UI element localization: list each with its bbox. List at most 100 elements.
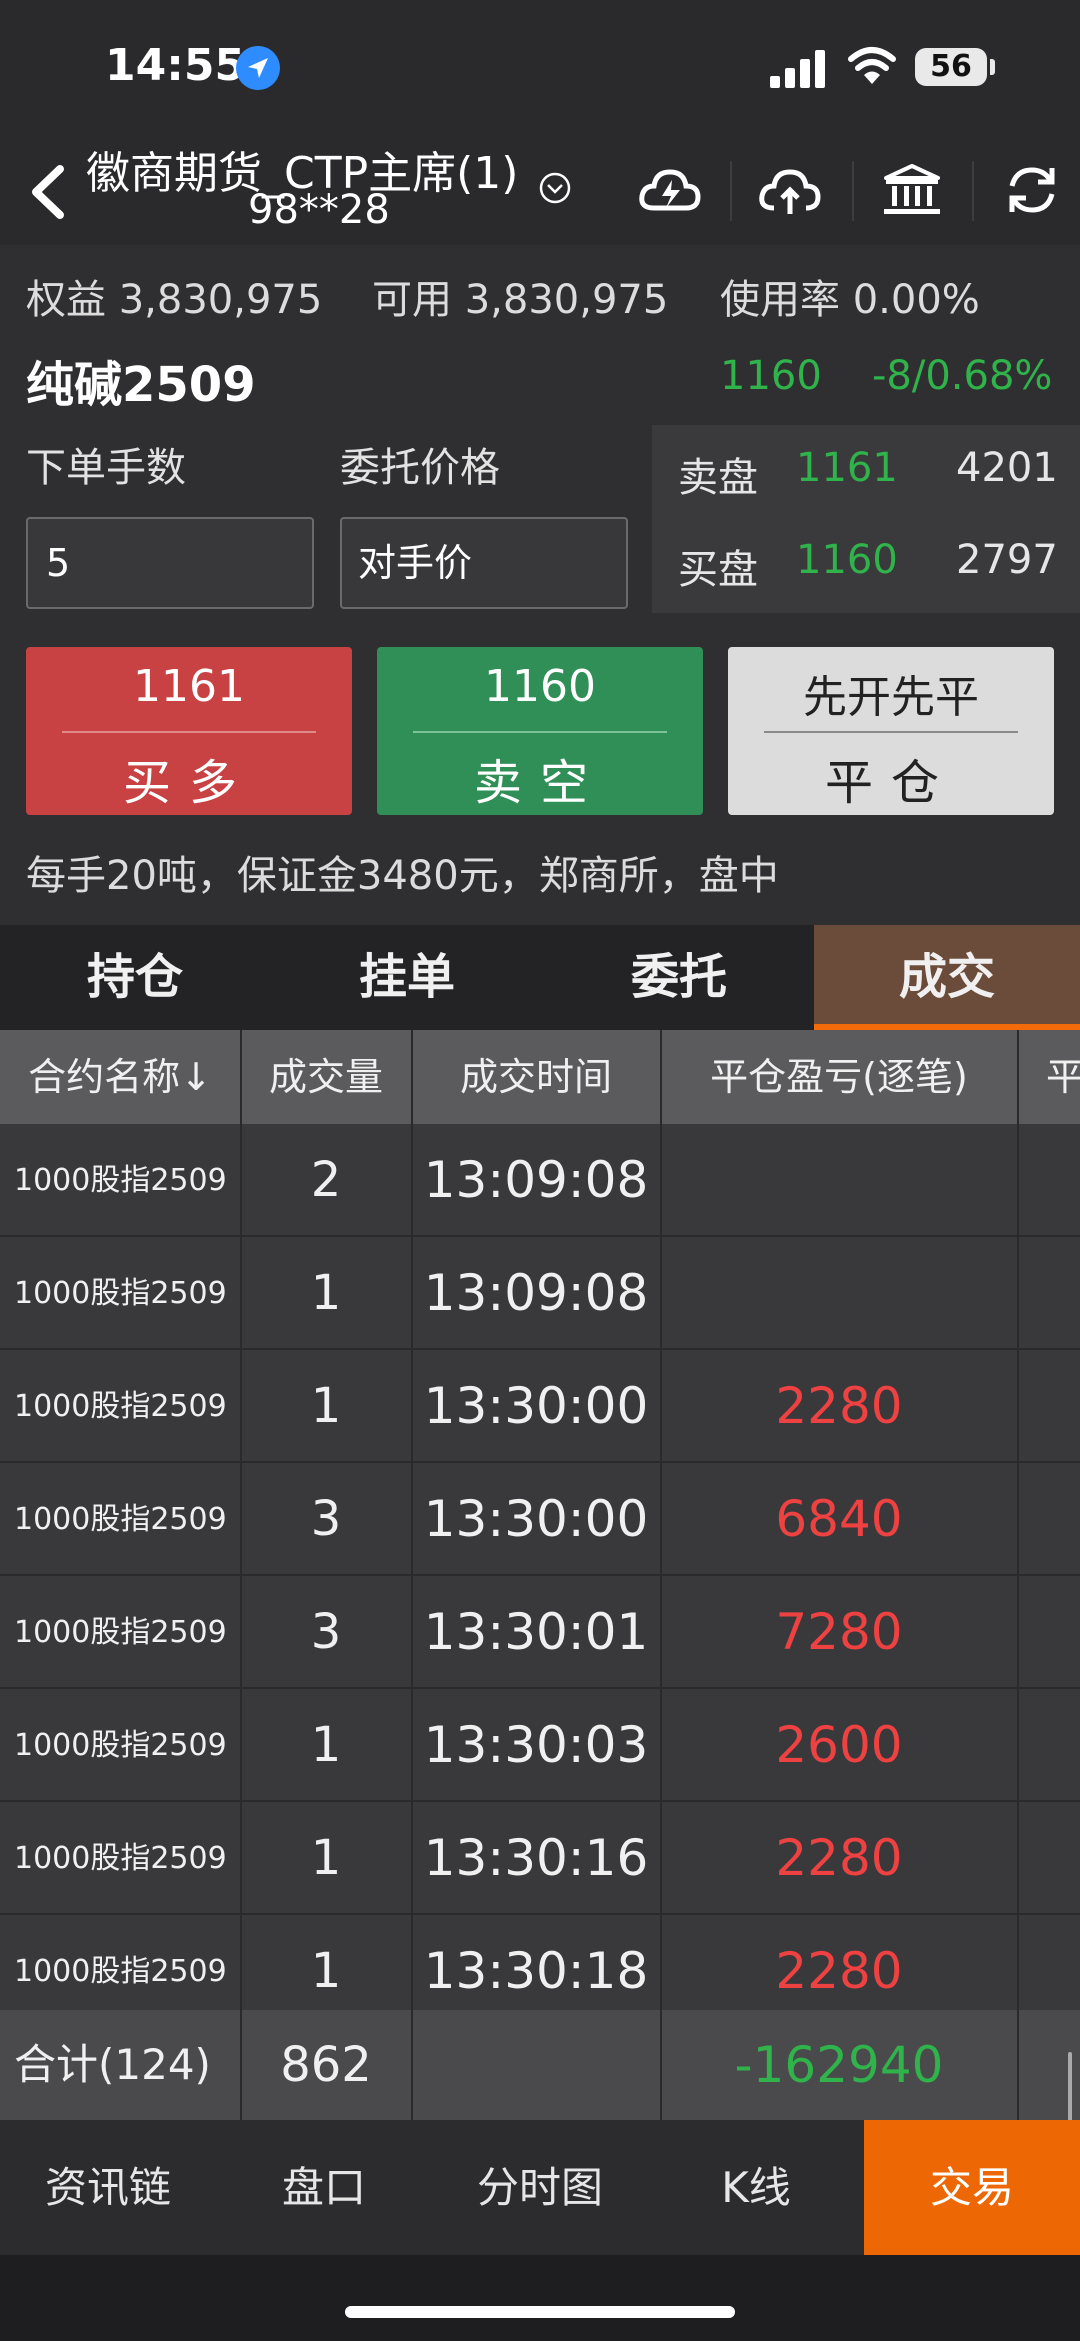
table-row[interactable]: 1000股指2509 1 13:30:16 2280 [0, 1802, 1080, 1915]
qty-input[interactable]: 5 [26, 517, 314, 609]
back-icon[interactable] [18, 157, 78, 227]
ask-price: 1161 [796, 445, 898, 491]
available: 可用 3,830,975 [372, 267, 668, 325]
available-value: 3,830,975 [464, 277, 669, 323]
cell-time: 13:30:16 [423, 1829, 649, 1887]
cell-contract: 1000股指2509 [14, 1615, 227, 1650]
price-type-select[interactable]: 对手价 [340, 517, 628, 609]
nav-kline[interactable]: K线 [648, 2120, 864, 2255]
trade-table: 1000股指2509 2 13:09:08 1000股指2509 1 13:09… [0, 1124, 1080, 2124]
col-time[interactable]: 成交时间 [412, 1030, 660, 1124]
cell-pnl: 7280 [775, 1603, 903, 1661]
cell-contract: 1000股指2509 [14, 1841, 227, 1876]
sell-short-button[interactable]: 1160 卖空 [377, 647, 703, 815]
usage-value: 0.00% [852, 277, 980, 323]
contract-name[interactable]: 纯碱2509 [26, 345, 256, 415]
chevron-down-icon[interactable] [538, 171, 572, 205]
bid-label: 买盘 [678, 547, 758, 593]
cloud-upload-icon [759, 169, 821, 214]
contract-info: 每手20吨，保证金3480元，郑商所，盘中 [26, 853, 779, 899]
bid-price: 1160 [796, 537, 898, 583]
nav-order-book[interactable]: 盘口 [216, 2120, 432, 2255]
cloud-sync-button[interactable] [624, 151, 716, 229]
bank-button[interactable] [866, 151, 958, 229]
available-label: 可用 [372, 277, 452, 323]
table-row[interactable]: 1000股指2509 1 13:30:00 2280 [0, 1350, 1080, 1463]
table-row[interactable]: 1000股指2509 3 13:30:01 7280 [0, 1576, 1080, 1689]
nav-time-share[interactable]: 分时图 [432, 2120, 648, 2255]
sell-price: 1160 [484, 661, 596, 712]
last-price: 1160 [720, 353, 822, 399]
refresh-button[interactable] [986, 151, 1078, 229]
cell-time: 13:30:01 [423, 1603, 649, 1661]
table-row[interactable]: 1000股指2509 1 13:30:03 2600 [0, 1689, 1080, 1802]
cell-time: 13:30:00 [423, 1377, 649, 1435]
bottom-nav: 资讯链 盘口 分时图 K线 交易 [0, 2120, 1080, 2255]
usage: 使用率 0.00% [720, 267, 980, 325]
status-time: 14:55 [105, 40, 246, 91]
cell-pnl [660, 1237, 1018, 1350]
col-volume[interactable]: 成交量 [240, 1030, 412, 1124]
tab-trades[interactable]: 成交 [814, 925, 1080, 1030]
wifi-icon [848, 47, 896, 84]
buy-price: 1161 [133, 661, 245, 712]
cell-time: 13:09:08 [423, 1264, 649, 1322]
tab-pending[interactable]: 挂单 [272, 925, 542, 1030]
cell-time: 13:09:08 [423, 1151, 649, 1209]
cell-contract: 1000股指2509 [14, 1276, 227, 1311]
col-pnl[interactable]: 平仓盈亏(逐笔) [660, 1030, 1018, 1124]
ask-volume: 4201 [956, 445, 1058, 491]
cell-pnl: 6840 [775, 1490, 903, 1548]
order-panel: 权益 3,830,975 可用 3,830,975 使用率 0.00% 纯碱25… [0, 245, 1080, 925]
buy-label: 买多 [122, 755, 255, 811]
sell-label: 卖空 [473, 755, 606, 811]
cell-contract: 1000股指2509 [14, 1389, 227, 1424]
order-book: 卖盘 1161 4201 买盘 1160 2797 [652, 425, 1080, 613]
nav-bar: 徽商期货_CTP主席(1) 98**28 [0, 135, 1080, 245]
col-next[interactable]: 平 [1018, 1030, 1080, 1124]
nav-trade[interactable]: 交易 [864, 2120, 1080, 2255]
button-divider [62, 731, 316, 733]
nav-divider [852, 161, 854, 221]
column-divider [660, 1030, 662, 2120]
col-contract[interactable]: 合约名称↓ [0, 1030, 240, 1124]
close-label: 平仓 [824, 755, 957, 811]
table-row[interactable]: 1000股指2509 3 13:30:00 6840 [0, 1463, 1080, 1576]
column-divider [1017, 1030, 1019, 2120]
bid-volume: 2797 [956, 537, 1058, 583]
cell-time: 13:30:00 [423, 1490, 649, 1548]
cell-contract: 1000股指2509 [14, 1163, 227, 1198]
table-row[interactable]: 1000股指2509 1 13:09:08 [0, 1237, 1080, 1350]
price-type-label: 委托价格 [340, 445, 500, 491]
close-position-button[interactable]: 先开先平 平仓 [728, 647, 1054, 815]
account-id: 98**28 [248, 187, 390, 233]
table-scrollbar[interactable] [1068, 2052, 1072, 2122]
price-change: -8/0.68% [872, 353, 1053, 399]
cell-volume: 1 [310, 1265, 342, 1321]
battery-icon: 56 [915, 48, 987, 86]
home-indicator-area [0, 2255, 1080, 2341]
total-pnl: -162940 [734, 2036, 944, 2094]
tab-orders[interactable]: 委托 [544, 925, 814, 1030]
qty-label: 下单手数 [26, 445, 186, 491]
cloud-upload-button[interactable] [744, 151, 836, 229]
home-indicator[interactable] [345, 2306, 735, 2318]
nav-divider [730, 161, 732, 221]
cell-volume: 1 [310, 1830, 342, 1886]
equity: 权益 3,830,975 [26, 267, 322, 325]
status-bar: 14:55 56 [0, 0, 1080, 135]
button-divider [413, 731, 667, 733]
equity-value: 3,830,975 [118, 277, 323, 323]
column-divider [240, 1030, 242, 2120]
location-arrow-icon [236, 46, 280, 90]
buy-long-button[interactable]: 1161 买多 [26, 647, 352, 815]
table-row[interactable]: 1000股指2509 2 13:09:08 [0, 1124, 1080, 1237]
bank-icon [884, 164, 940, 214]
cell-volume: 2 [310, 1152, 342, 1208]
refresh-icon [1009, 167, 1055, 213]
cell-contract: 1000股指2509 [14, 1728, 227, 1763]
nav-news-chain[interactable]: 资讯链 [0, 2120, 216, 2255]
ask-label: 卖盘 [678, 455, 758, 501]
tab-positions[interactable]: 持仓 [0, 925, 270, 1030]
cell-pnl: 2600 [775, 1716, 903, 1774]
